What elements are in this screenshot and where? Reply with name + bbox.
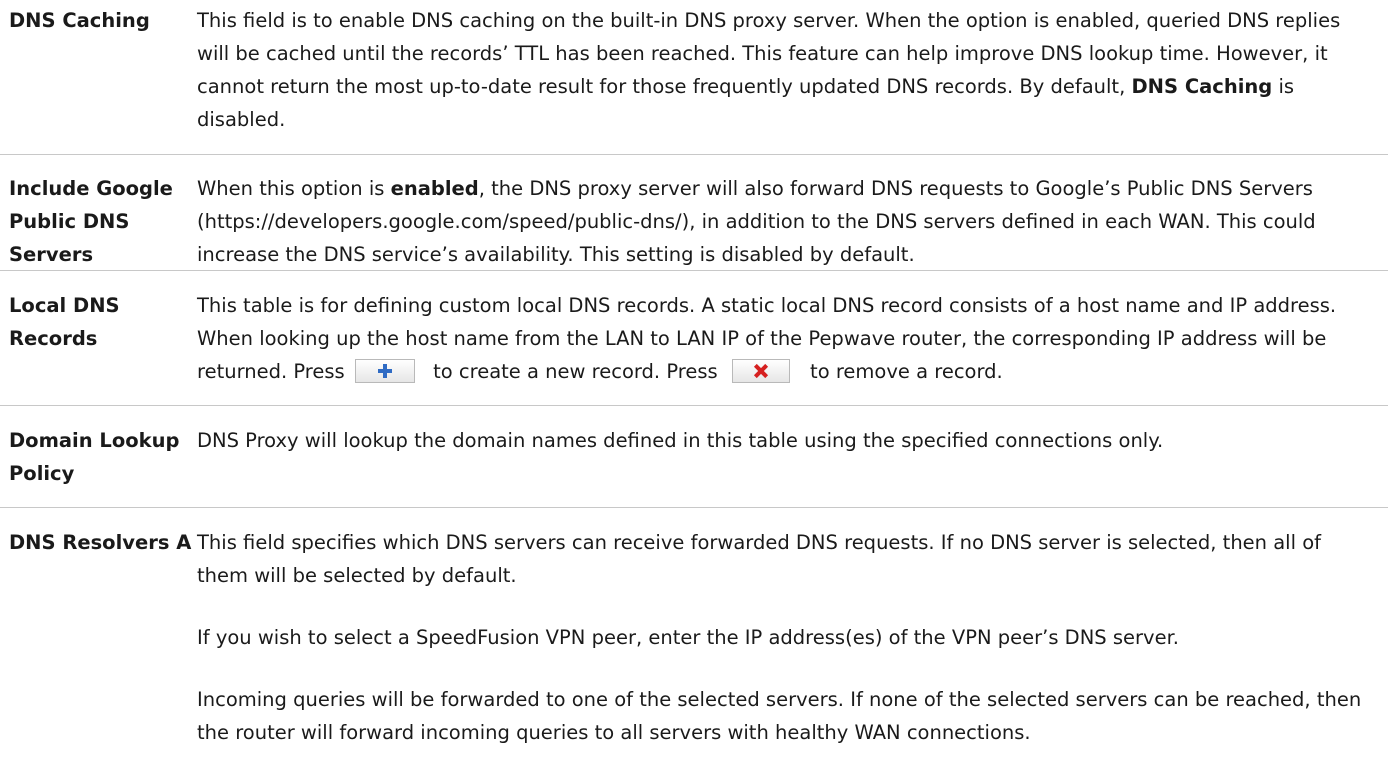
row-include-google-dns: Include Google Public DNS Servers When t… [0, 155, 1388, 271]
settings-description-table: DNS Caching This field is to enable DNS … [0, 0, 1388, 749]
description-text: DNS Proxy will lookup the domain names d… [197, 429, 1164, 452]
row-local-dns-records: Local DNS Records This table is for defi… [0, 271, 1388, 406]
description-paragraph: This field specifies which DNS servers c… [197, 531, 1322, 587]
description-text: When this option is [197, 177, 391, 200]
description-text: to create a new record. Press [426, 360, 724, 383]
field-description: This field is to enable DNS caching on t… [196, 4, 1376, 154]
field-description: DNS Proxy will lookup the domain names d… [196, 424, 1376, 507]
field-label: Local DNS Records [9, 294, 120, 350]
field-label: DNS Caching [9, 9, 150, 32]
field-description: This field specifies which DNS servers c… [196, 526, 1376, 749]
description-paragraph: Incoming queries will be forwarded to on… [197, 688, 1362, 744]
x-icon [754, 364, 768, 378]
plus-icon [377, 364, 392, 378]
row-dns-caching: DNS Caching This field is to enable DNS … [0, 0, 1388, 155]
remove-record-button[interactable] [731, 359, 790, 383]
description-text: to remove a record. [803, 360, 1003, 383]
field-label: Include Google Public DNS Servers [9, 177, 173, 266]
row-domain-lookup-policy: Domain Lookup Policy DNS Proxy will look… [0, 406, 1388, 508]
description-bold-text: enabled [390, 177, 479, 200]
field-description: When this option is enabled, the DNS pro… [196, 172, 1376, 270]
field-label: Domain Lookup Policy [9, 429, 180, 485]
row-dns-resolvers: DNS Resolvers A This field specifies whi… [0, 508, 1388, 749]
add-record-button[interactable] [354, 359, 415, 383]
description-paragraph: If you wish to select a SpeedFusion VPN … [197, 626, 1179, 649]
field-description: This table is for defining custom local … [196, 289, 1376, 405]
field-label: DNS Resolvers A [9, 531, 192, 554]
description-bold-text: DNS Caching [1131, 75, 1273, 98]
